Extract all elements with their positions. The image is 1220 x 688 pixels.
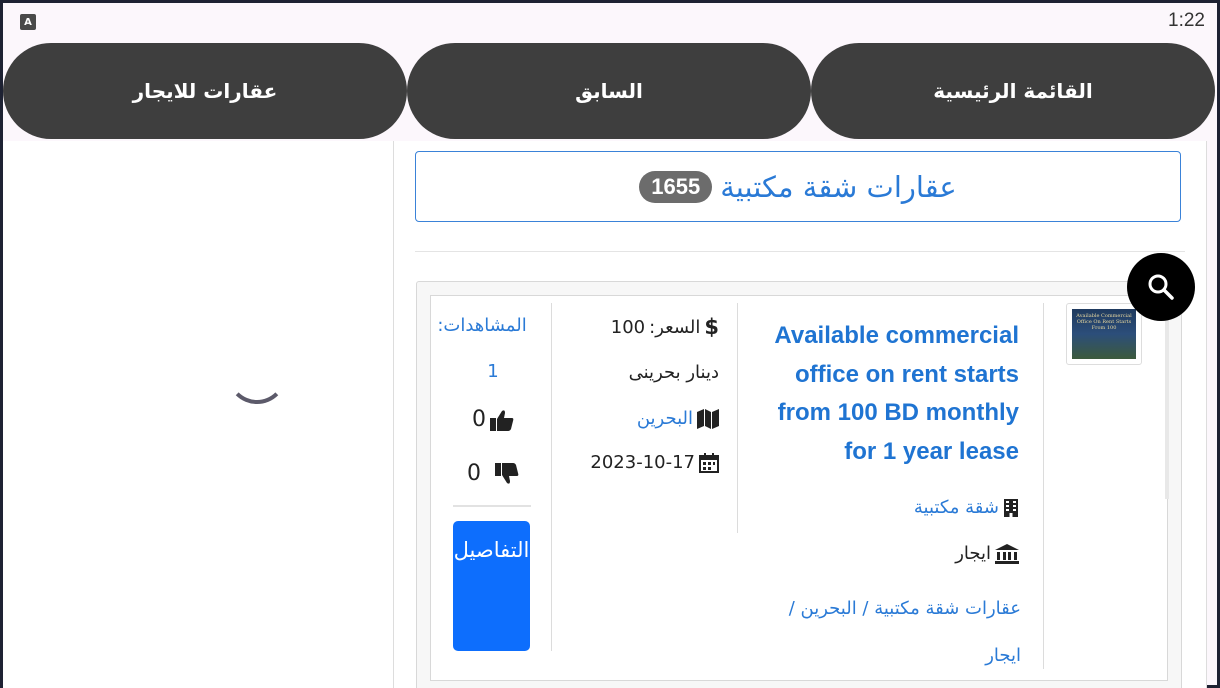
divider [453,505,531,507]
thumbs-down-icon[interactable] [495,462,519,485]
dislikes-row[interactable]: 0 [433,461,553,486]
likes-count: 0 [472,407,486,432]
date-row: 2023-10-17 [563,452,719,486]
details-button[interactable]: التفاصيل [453,521,530,651]
column-divider [737,303,738,533]
views-count: 1 [433,361,553,382]
listing-date: 2023-10-17 [590,452,695,473]
location-row: البحرين [563,408,719,429]
likes-row[interactable]: 0 [433,407,553,432]
listing-type: ايجار [955,543,991,564]
status-bar: A 1:22 [3,3,1217,43]
views-label: المشاهدات: [433,315,531,336]
dislikes-count: 0 [467,461,481,486]
price-value: 100 [610,316,646,338]
column-divider [1043,303,1044,669]
clock: 1:22 [1168,10,1205,31]
category-row: شقة مكتبية [883,497,1019,518]
thumbs-up-icon[interactable] [490,409,514,431]
breadcrumb[interactable]: عقارات شقة مكتبية / البحرين / ايجار [753,585,1021,679]
views-value: 1 [487,361,499,382]
currency: دينار بحرينى [628,362,719,383]
card-scrollbar[interactable] [1165,303,1169,499]
bank-icon [995,543,1019,564]
back-button[interactable]: السابق [407,43,811,139]
listing-title-link[interactable]: Available commercial office on rent star… [743,317,1019,471]
count-badge: 1655 [639,170,713,203]
dollar-icon: $ [704,315,719,339]
location-link[interactable]: البحرين [637,408,693,429]
currency-row: دينار بحرينى [563,362,719,383]
price-row: $ السعر: 100 [563,315,719,339]
breadcrumb-link[interactable]: عقارات شقة مكتبية / البحرين / ايجار [753,585,1021,679]
listing-thumbnail[interactable]: Available Commercial Office On Rent Star… [1066,303,1142,365]
loading-spinner-icon [227,344,287,404]
search-icon [1148,274,1174,300]
listing-image: Available Commercial Office On Rent Star… [1072,309,1136,359]
calendar-icon [699,453,719,473]
main-menu-button[interactable]: القائمة الرئيسية [811,43,1215,139]
map-icon [697,408,719,429]
category-header: عقارات شقة مكتبية 1655 [415,151,1181,222]
divider [415,251,1185,252]
price-label: السعر: [649,316,701,338]
app-notification-icon: A [20,14,36,30]
page-title: عقارات شقة مكتبية [720,169,957,204]
views-label-text: المشاهدات: [437,315,527,336]
search-button[interactable] [1127,253,1195,321]
rent-listings-button[interactable]: عقارات للايجار [3,43,407,139]
type-row: ايجار [883,543,1019,564]
building-icon [1004,498,1018,517]
category-link[interactable]: شقة مكتبية [914,497,999,518]
left-panel [3,141,393,688]
